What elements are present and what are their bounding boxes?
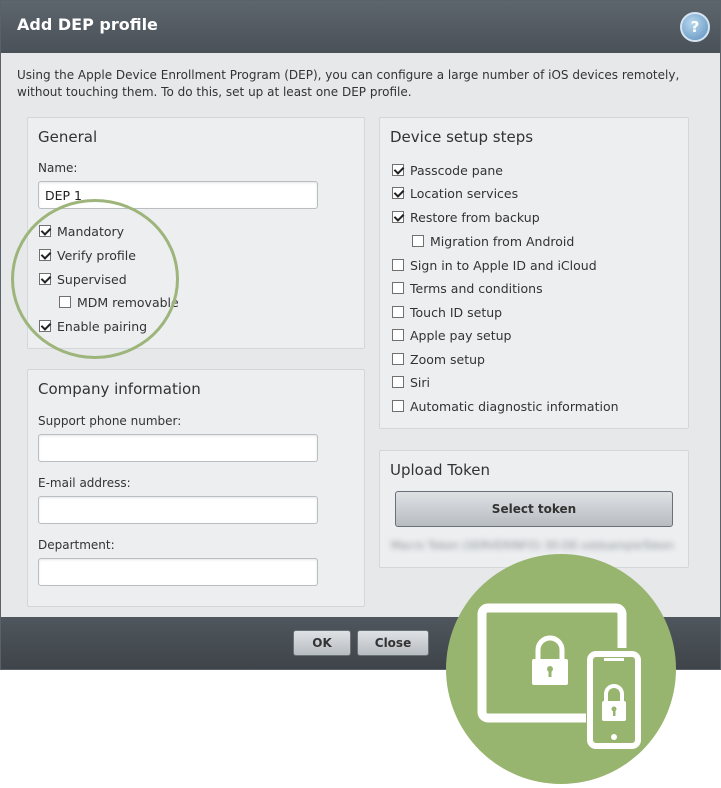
sign-in-apple-id-checkbox[interactable] <box>392 259 404 271</box>
step-location-services[interactable]: Location services <box>392 184 518 202</box>
tablet-phone-lock-icon <box>446 554 676 784</box>
passcode-pane-label: Passcode pane <box>410 162 503 178</box>
step-zoom-setup[interactable]: Zoom setup <box>392 350 485 368</box>
automatic-diagnostic-label: Automatic diagnostic information <box>410 398 619 414</box>
intro-text: Using the Apple Device Enrollment Progra… <box>17 68 680 99</box>
sign-in-apple-id-label: Sign in to Apple ID and iCloud <box>410 257 597 273</box>
tablet-phone-lock-graphic <box>477 603 642 749</box>
close-button[interactable]: Close <box>357 630 429 656</box>
automatic-diagnostic-checkbox[interactable] <box>392 400 404 412</box>
upload-token-heading: Upload Token <box>390 461 491 479</box>
step-migration-from-android[interactable]: Migration from Android <box>412 232 574 250</box>
terms-and-conditions-label: Terms and conditions <box>410 280 543 296</box>
general-heading: General <box>38 128 98 146</box>
location-services-label: Location services <box>410 185 519 201</box>
migration-from-android-checkbox[interactable] <box>412 235 424 247</box>
step-apple-pay-setup[interactable]: Apple pay setup <box>392 326 511 344</box>
passcode-pane-checkbox[interactable] <box>392 164 404 176</box>
step-passcode-pane[interactable]: Passcode pane <box>392 161 503 179</box>
help-icon[interactable]: ? <box>680 12 710 42</box>
siri-checkbox[interactable] <box>392 376 404 388</box>
step-touch-id-setup[interactable]: Touch ID setup <box>392 303 502 321</box>
apple-pay-setup-checkbox[interactable] <box>392 329 404 341</box>
zoom-setup-checkbox[interactable] <box>392 353 404 365</box>
siri-label: Siri <box>410 374 431 390</box>
step-automatic-diagnostic[interactable]: Automatic diagnostic information <box>392 397 619 415</box>
ok-button[interactable]: OK <box>293 630 351 656</box>
dialog-titlebar: Add DEP profile ? <box>1 1 720 53</box>
step-siri[interactable]: Siri <box>392 373 430 391</box>
select-token-button[interactable]: Select token <box>395 491 673 527</box>
location-services-checkbox[interactable] <box>392 187 404 199</box>
company-heading: Company information <box>38 380 201 398</box>
name-label: Name: <box>38 161 78 175</box>
dialog-title: Add DEP profile <box>17 15 158 34</box>
step-terms-and-conditions[interactable]: Terms and conditions <box>392 279 543 297</box>
touch-id-setup-checkbox[interactable] <box>392 306 404 318</box>
email-label: E-mail address: <box>38 476 131 490</box>
company-panel: Company information Support phone number… <box>27 369 365 607</box>
touch-id-setup-label: Touch ID setup <box>410 304 503 320</box>
department-field[interactable] <box>38 558 318 586</box>
setup-steps-panel: Device setup steps Passcode pane Locatio… <box>379 117 689 429</box>
phone-label: Support phone number: <box>38 414 182 428</box>
terms-and-conditions-checkbox[interactable] <box>392 282 404 294</box>
restore-from-backup-label: Restore from backup <box>410 209 540 225</box>
step-restore-from-backup[interactable]: Restore from backup <box>392 208 540 226</box>
phone-field[interactable] <box>38 434 318 462</box>
department-label: Department: <box>38 538 115 552</box>
zoom-setup-label: Zoom setup <box>410 351 485 367</box>
highlight-ring <box>11 199 179 359</box>
setup-steps-heading: Device setup steps <box>390 128 534 146</box>
token-filename: Macro Token (SERVERINFO) 30-DE-oddsample… <box>391 539 674 552</box>
restore-from-backup-checkbox[interactable] <box>392 211 404 223</box>
step-sign-in-apple-id[interactable]: Sign in to Apple ID and iCloud <box>392 256 597 274</box>
apple-pay-setup-label: Apple pay setup <box>410 327 512 343</box>
migration-from-android-label: Migration from Android <box>430 233 575 249</box>
email-field[interactable] <box>38 496 318 524</box>
